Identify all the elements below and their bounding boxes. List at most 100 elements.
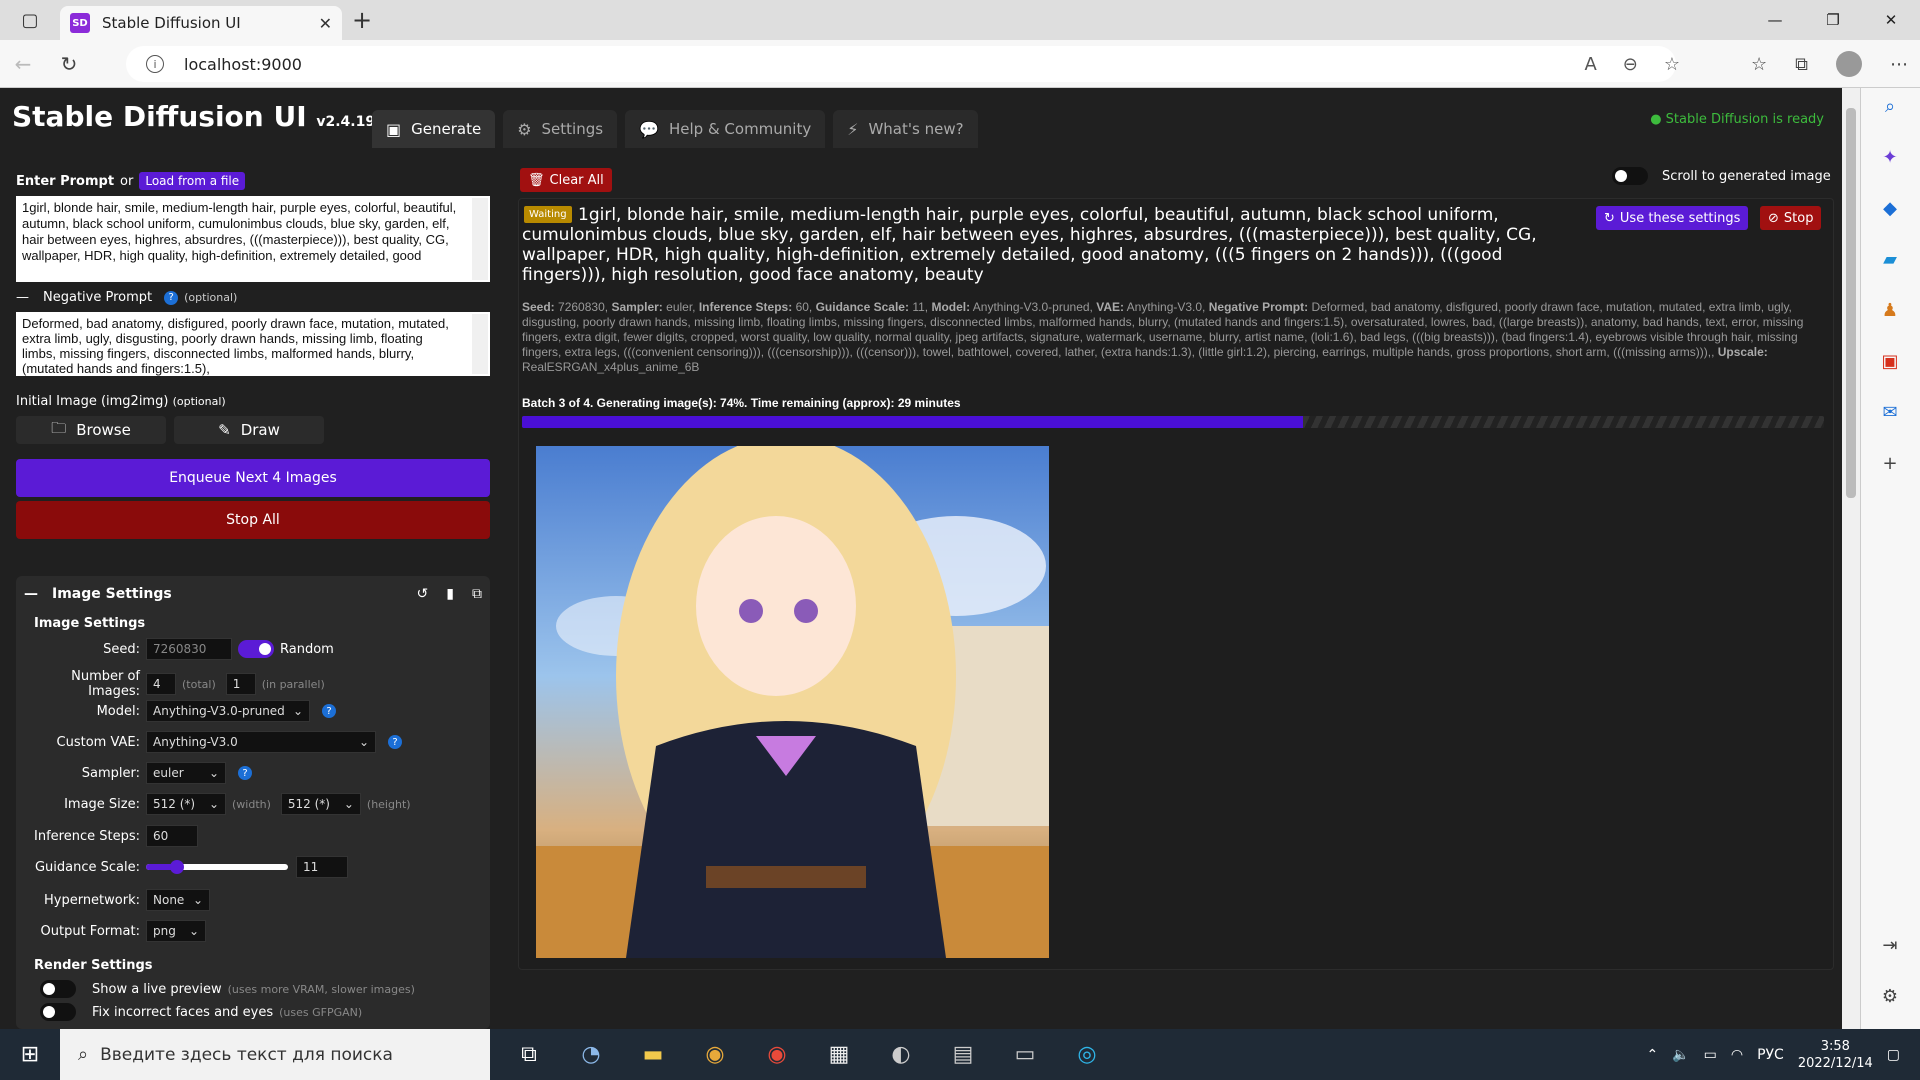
taskbar-search[interactable]: ⌕ Введите здесь текст для поиска [60,1029,490,1080]
load-from-file-button[interactable]: Load from a file [139,172,246,190]
clock[interactable]: 3:58 2022/12/14 [1798,1038,1873,1072]
tab-actions-icon[interactable]: ▢ [0,0,60,40]
office-icon[interactable]: ▣ [1881,351,1898,372]
favorites-icon[interactable]: ☆ [1751,54,1767,75]
maximize-icon[interactable]: ❐ [1804,0,1862,40]
help-icon[interactable]: ? [164,290,179,305]
tab-generate[interactable]: ▣ Generate [372,110,496,148]
stop-button[interactable]: ⊘ Stop [1760,206,1822,230]
language-indicator[interactable]: РУС [1757,1047,1784,1063]
paste-icon[interactable]: ▮ [446,586,454,602]
draw-button[interactable]: ✎ Draw [174,416,324,444]
copy-icon[interactable]: ⧉ [472,586,482,602]
seed-input[interactable]: 7260830 [146,638,232,660]
waiting-badge: Waiting [524,206,572,223]
new-tab-icon[interactable]: + [342,0,382,40]
collections-icon[interactable]: ⧉ [1795,54,1808,75]
notifications-icon[interactable]: ▢ [1887,1047,1900,1063]
progress-fill [522,416,1304,428]
hide-sidebar-icon[interactable]: ⇥ [1882,935,1897,956]
scroll-toggle[interactable] [1612,167,1648,185]
shopping-icon[interactable]: ◆ [1883,198,1897,219]
add-icon[interactable]: + [1882,453,1897,474]
task-view-icon[interactable]: ⧉ [510,1036,548,1074]
negative-prompt-input[interactable]: Deformed, bad anatomy, disfigured, poorl… [16,312,490,376]
tab-help-community[interactable]: 💬 Help & Community [625,110,826,148]
chevron-up-icon[interactable]: ⌃ [1646,1047,1658,1063]
chrome-icon[interactable]: ◉ [758,1036,796,1074]
gear-icon[interactable]: ⚙ [1882,986,1898,1007]
fix-faces-toggle[interactable] [40,1003,76,1021]
collapse-icon[interactable]: — [16,290,29,305]
guidance-input[interactable]: 11 [296,856,348,878]
app-icon[interactable]: ▦ [820,1036,858,1074]
edge-icon[interactable]: ◎ [1068,1036,1106,1074]
help-icon[interactable]: ? [238,766,252,780]
prompt-scrollbar[interactable] [472,198,488,280]
minimize-icon[interactable]: — [1746,0,1804,40]
browser-tab[interactable]: SD Stable Diffusion UI ✕ [60,6,342,40]
render-settings-title: Render Settings [34,958,153,973]
refresh-icon[interactable]: ↻ [46,40,92,88]
clear-all-button[interactable]: 🗑 Clear All [520,168,612,192]
live-preview-toggle[interactable] [40,980,76,998]
sampler-select[interactable]: euler ⌄ [146,762,226,784]
chrome-icon[interactable]: ◉ [696,1036,734,1074]
prompt-input[interactable]: 1girl, blonde hair, smile, medium-length… [16,196,490,282]
steps-input[interactable]: 60 [146,825,198,847]
volume-icon[interactable]: 🔈 [1672,1047,1689,1063]
terminal-icon[interactable]: ▭ [1006,1036,1044,1074]
format-select[interactable]: png ⌄ [146,920,206,942]
outlook-icon[interactable]: ✉ [1882,402,1897,423]
stop-all-button[interactable]: Stop All [16,501,490,539]
parallel-input[interactable]: 1 [225,673,256,695]
num-images-input[interactable]: 4 [146,673,176,695]
windows-start-icon[interactable]: ⊞ [0,1029,60,1080]
read-aloud-icon[interactable]: A [1584,54,1596,75]
back-icon[interactable]: ← [0,40,46,88]
url-field[interactable]: i localhost:9000 [126,46,1676,82]
random-seed-toggle[interactable] [238,640,274,658]
app-icon[interactable]: ▤ [944,1036,982,1074]
help-icon[interactable]: ? [322,704,336,718]
initial-image-label: Initial Image (img2img) (optional) [16,394,226,409]
guidance-slider[interactable] [146,860,288,874]
games-icon[interactable]: ♟ [1882,300,1898,321]
chevron-down-icon: ⌄ [358,735,369,749]
search-icon[interactable]: ⌕ [1885,96,1895,117]
reset-icon[interactable]: ↺ [417,586,429,602]
vae-select[interactable]: Anything-V3.0 ⌄ [146,731,376,753]
slider-thumb[interactable] [170,860,185,874]
generated-image[interactable] [536,446,1049,958]
scroll-thumb[interactable] [1846,108,1856,498]
battery-icon[interactable]: ▭ [1704,1047,1717,1063]
info-icon[interactable]: i [146,55,164,73]
height-select[interactable]: 512 (*) ⌄ [280,793,361,815]
copilot-icon[interactable]: ✦ [1882,147,1897,168]
enqueue-button[interactable]: Enqueue Next 4 Images [16,459,490,497]
tab-settings[interactable]: ⚙ Settings [503,110,618,148]
more-menu-icon[interactable]: ⋯ [1890,54,1908,75]
zoom-out-icon[interactable]: ⊖ [1623,54,1638,75]
hypernetwork-select[interactable]: None ⌄ [146,889,210,911]
browse-button[interactable]: 🗀 Browse [16,416,166,444]
tools-icon[interactable]: ▰ [1883,249,1897,270]
negative-scrollbar[interactable] [472,314,488,374]
image-settings-header[interactable]: — Image Settings ↺ ▮ ⧉ [24,586,482,602]
favorite-add-icon[interactable]: ☆ [1664,54,1680,75]
use-settings-button[interactable]: ↻ Use these settings [1596,206,1749,230]
collapse-icon[interactable]: — [24,586,38,602]
eye-app-icon[interactable]: ◐ [882,1036,920,1074]
close-tab-icon[interactable]: ✕ [319,14,332,33]
app-icon[interactable]: ◔ [572,1036,610,1074]
wifi-icon[interactable]: ◠ [1731,1047,1743,1063]
optional-label: (optional) [184,291,238,304]
model-select[interactable]: Anything-V3.0-pruned ⌄ [146,700,310,722]
close-window-icon[interactable]: ✕ [1862,0,1920,40]
help-icon[interactable]: ? [388,735,402,749]
width-select[interactable]: 512 (*) ⌄ [146,793,226,815]
tab-whats-new[interactable]: ⚡ What's new? [833,110,978,148]
page-scrollbar[interactable] [1842,88,1860,1029]
profile-avatar[interactable] [1836,51,1862,77]
file-explorer-icon[interactable]: ▬ [634,1036,672,1074]
